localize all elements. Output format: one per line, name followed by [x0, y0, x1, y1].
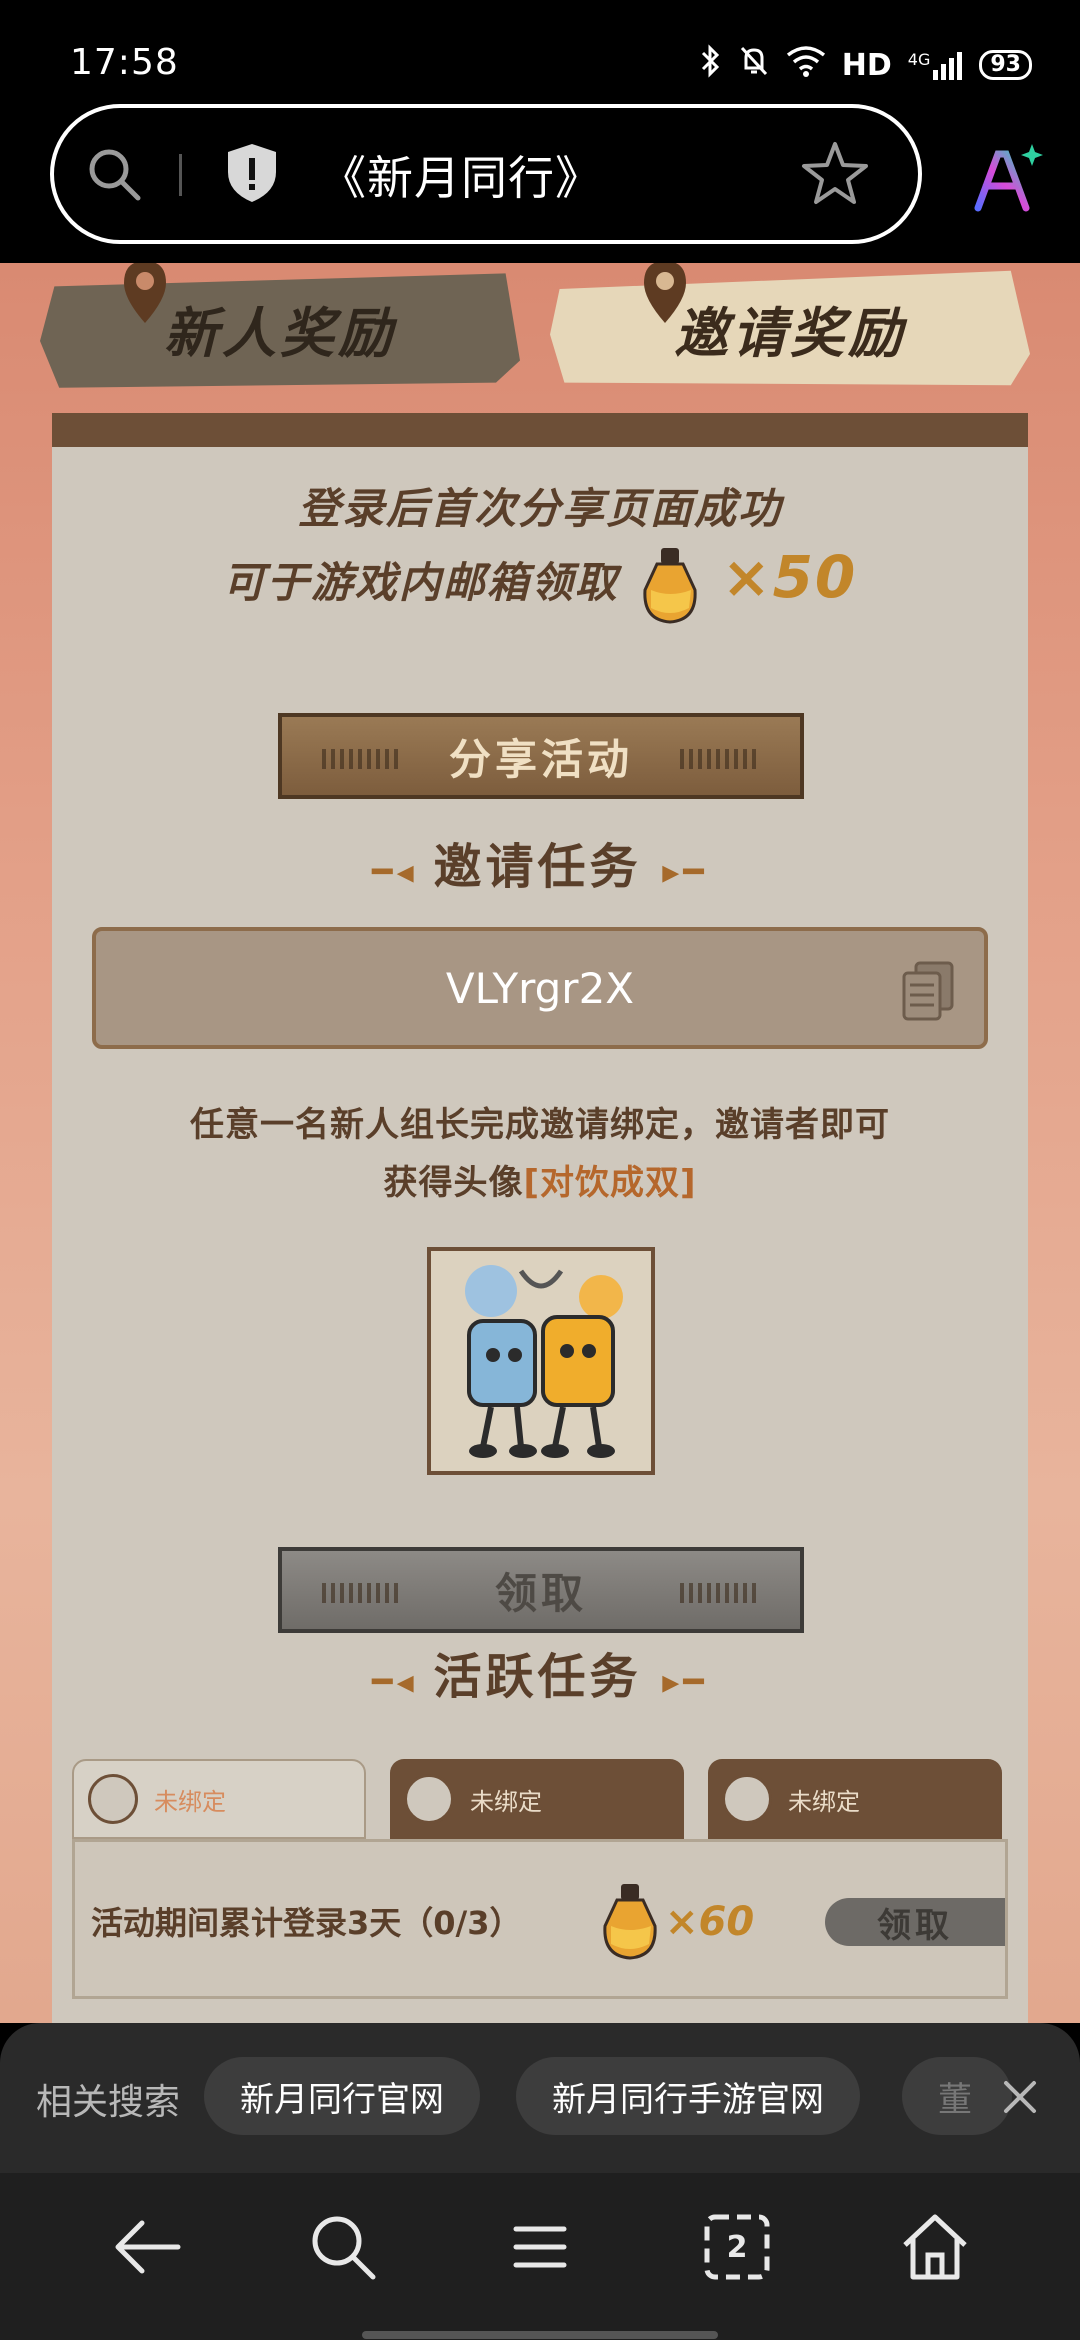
- home-icon[interactable]: [895, 2207, 975, 2287]
- title-ornament: ▸━: [662, 1662, 708, 1702]
- tab-count: 2: [726, 2229, 748, 2265]
- wifi-icon: [786, 45, 826, 85]
- button-decoration: [680, 749, 760, 769]
- button-decoration: [322, 1583, 402, 1603]
- related-search-label: 相关搜索: [36, 2082, 181, 2123]
- task-tab-3[interactable]: 未绑定: [708, 1759, 1002, 1839]
- web-page-content: 新人奖励 邀请奖励 登录后首次分享页面成功 可于游戏内邮箱领取 ×50 分享活动…: [0, 263, 1080, 2023]
- status-time: 17:58: [70, 42, 179, 83]
- invite-code-box[interactable]: VLYrgr2X: [92, 927, 988, 1049]
- close-icon[interactable]: [990, 2067, 1050, 2127]
- unbound-radio-icon: [404, 1774, 454, 1824]
- invite-description-prefix: 获得头像: [383, 1163, 524, 1203]
- shield-warning-icon[interactable]: [222, 140, 282, 206]
- copy-icon[interactable]: [902, 961, 954, 1021]
- task-description: 活动期间累计登录3天（0/3）: [91, 1904, 522, 1942]
- search-icon[interactable]: [84, 144, 144, 204]
- title-ornament: ━◂: [372, 852, 434, 892]
- tab-invite-reward-label: 邀请奖励: [674, 301, 906, 365]
- button-decoration: [680, 1583, 760, 1603]
- claim-avatar-button[interactable]: 领取: [278, 1547, 804, 1633]
- potion-bottle-icon: [643, 547, 697, 624]
- mute-bell-icon: [738, 44, 770, 86]
- task-claim-button[interactable]: 领取: [825, 1898, 1005, 1946]
- browser-bottom-nav: 2: [0, 2173, 1080, 2340]
- share-reward-amount: ×50: [721, 543, 858, 611]
- address-divider: [179, 154, 182, 196]
- avatar-illustration: [431, 1251, 651, 1471]
- signal-icon: 4G: [908, 50, 964, 80]
- active-task-title-text: 活跃任务: [433, 1649, 642, 1705]
- invite-task-title: ━◂ 邀请任务 ▸━: [52, 827, 1028, 897]
- task-tab-2[interactable]: 未绑定: [390, 1759, 684, 1839]
- avatar-reward-name: [对饮成双]: [523, 1163, 697, 1203]
- invite-description-line2: 获得头像[对饮成双]: [52, 1155, 1028, 1204]
- home-indicator: [362, 2331, 718, 2339]
- active-task-title: ━◂ 活跃任务 ▸━: [52, 1637, 1028, 1707]
- tab-new-reward[interactable]: 新人奖励: [40, 273, 520, 388]
- invite-description-line1: 任意一名新人组长完成邀请绑定，邀请者即可: [190, 1105, 890, 1145]
- bluetooth-icon: [700, 44, 722, 86]
- related-search-bar: 相关搜索 新月同行官网 新月同行手游官网 董: [0, 2023, 1080, 2173]
- tabs-button[interactable]: 2: [697, 2207, 777, 2287]
- share-activity-label: 分享活动: [448, 734, 633, 784]
- claim-avatar-label: 领取: [494, 1568, 587, 1618]
- ai-assistant-icon[interactable]: [970, 140, 1046, 216]
- button-decoration: [322, 749, 402, 769]
- status-icons: HD 4G 93: [700, 44, 1032, 86]
- location-pin-icon: [644, 263, 686, 323]
- location-pin-icon: [124, 263, 166, 323]
- title-ornament: ▸━: [662, 852, 708, 892]
- invite-code: VLYrgr2X: [445, 963, 635, 1013]
- task-tab-1[interactable]: 未绑定: [72, 1759, 366, 1839]
- task-reward-amount: ×60: [665, 1899, 755, 1945]
- task-reward: ×60: [595, 1882, 754, 1962]
- back-arrow-icon[interactable]: [108, 2207, 188, 2287]
- task-tab-label: 未绑定: [470, 1787, 542, 1816]
- network-label: 4G: [907, 50, 931, 69]
- task-claim-label: 领取: [877, 1905, 953, 1946]
- related-search-chip[interactable]: 新月同行官网: [204, 2057, 480, 2135]
- share-description-line1: 登录后首次分享页面成功: [297, 484, 782, 533]
- battery-indicator: 93: [979, 50, 1032, 80]
- unbound-radio-icon: [88, 1774, 138, 1824]
- hd-label: HD: [841, 47, 892, 83]
- search-icon[interactable]: [303, 2207, 383, 2287]
- browser-toolbar: 《新月同行》: [0, 100, 1080, 263]
- tab-invite-reward[interactable]: 邀请奖励: [550, 270, 1030, 386]
- page-title[interactable]: 《新月同行》: [320, 142, 602, 208]
- address-bar[interactable]: 《新月同行》: [50, 104, 922, 244]
- tab-new-reward-label: 新人奖励: [164, 301, 396, 365]
- task-row: 活动期间累计登录3天（0/3） ×60 领取: [72, 1839, 1008, 1999]
- avatar-reward-image: [427, 1247, 655, 1475]
- status-bar: 17:58 HD 4G 93: [0, 0, 1080, 100]
- title-ornament: ━◂: [372, 1662, 434, 1702]
- invite-task-title-text: 邀请任务: [433, 839, 642, 895]
- potion-bottle-icon: [603, 1884, 657, 1960]
- share-description-line2: 可于游戏内邮箱领取 ×50: [52, 543, 1028, 626]
- task-tabs: 未绑定 未绑定 未绑定: [72, 1759, 1008, 1839]
- share-activity-button[interactable]: 分享活动: [278, 713, 804, 799]
- task-tab-label: 未绑定: [154, 1787, 226, 1816]
- bookmark-star-icon[interactable]: [800, 138, 870, 208]
- invite-reward-card: 登录后首次分享页面成功 可于游戏内邮箱领取 ×50 分享活动 ━◂ 邀请任务 ▸…: [52, 413, 1028, 2023]
- share-description-prefix: 可于游戏内邮箱领取: [222, 558, 619, 607]
- menu-icon[interactable]: [500, 2207, 580, 2287]
- task-tab-label: 未绑定: [788, 1787, 860, 1816]
- related-search-chip[interactable]: 新月同行手游官网: [516, 2057, 860, 2135]
- unbound-radio-icon: [722, 1774, 772, 1824]
